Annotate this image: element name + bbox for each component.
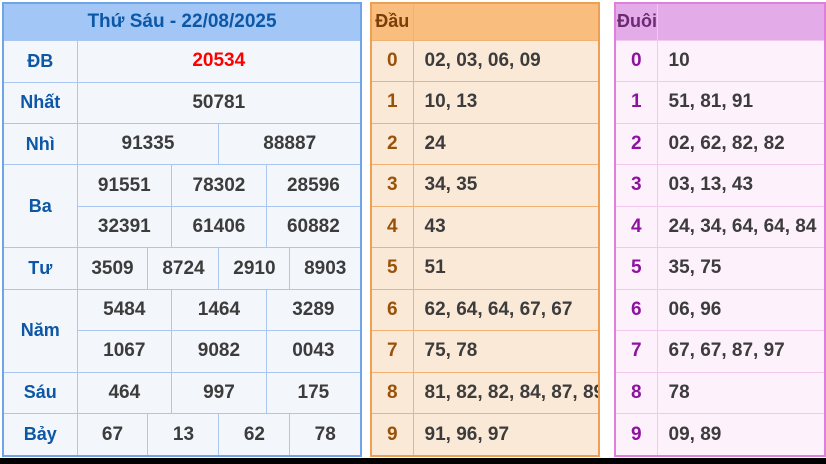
prize-value: 9082 xyxy=(171,330,267,373)
dau-numbers: 51 xyxy=(412,247,600,290)
prize-value: 3289 xyxy=(265,288,362,332)
prize-value: 175 xyxy=(265,371,362,415)
prize-value: 464 xyxy=(76,371,173,415)
prize-value: 78302 xyxy=(171,164,267,207)
prize-value: 61406 xyxy=(171,205,267,249)
duoi-digit: 9 xyxy=(614,413,658,457)
duoi-digit: 3 xyxy=(614,164,658,207)
prize-label-db: ĐB xyxy=(2,39,78,83)
dau-numbers: 75, 78 xyxy=(412,330,600,373)
screenshot-bottom-edge xyxy=(0,458,826,464)
prize-value: 3509 xyxy=(76,247,149,290)
prize-value: 91335 xyxy=(76,122,220,166)
dau-numbers: 62, 64, 64, 67, 67 xyxy=(412,288,600,332)
duoi-numbers: 06, 96 xyxy=(656,288,826,332)
duoi-numbers: 10 xyxy=(656,39,826,83)
duoi-digit: 8 xyxy=(614,371,658,415)
dau-numbers: 02, 03, 06, 09 xyxy=(412,39,600,83)
dau-numbers: 81, 82, 82, 84, 87, 89 xyxy=(412,371,600,415)
dau-table: Đầu 0 02, 03, 06, 09 1 10, 13 2 24 3 34, 35 … xyxy=(370,2,600,457)
results-date-header: Thứ Sáu - 22/08/2025 xyxy=(2,2,362,41)
dau-numbers: 34, 35 xyxy=(412,164,600,207)
duoi-numbers: 67, 67, 87, 97 xyxy=(656,330,826,373)
duoi-numbers: 51, 81, 91 xyxy=(656,81,826,124)
dau-numbers: 24 xyxy=(412,122,600,166)
duoi-table: Đuôi 0 10 1 51, 81, 91 2 02, 62, 82, 82 3 03… xyxy=(614,2,826,457)
prize-value: 8903 xyxy=(289,247,362,290)
prize-value: 91551 xyxy=(76,164,173,207)
prize-value: 0043 xyxy=(265,330,362,373)
dau-digit: 7 xyxy=(370,330,414,373)
dau-digit: 6 xyxy=(370,288,414,332)
prize-value-db: 20534 xyxy=(76,39,362,83)
prize-label-ba: Ba xyxy=(2,164,78,249)
duoi-digit: 0 xyxy=(614,39,658,83)
dau-digit: 1 xyxy=(370,81,414,124)
dau-numbers: 10, 13 xyxy=(412,81,600,124)
prize-value: 997 xyxy=(171,371,267,415)
duoi-numbers: 24, 34, 64, 64, 84 xyxy=(656,205,826,249)
dau-digit: 4 xyxy=(370,205,414,249)
dau-digit: 3 xyxy=(370,164,414,207)
duoi-digit: 7 xyxy=(614,330,658,373)
duoi-digit: 2 xyxy=(614,122,658,166)
prize-value: 78 xyxy=(289,413,362,457)
prize-label-nam: Năm xyxy=(2,288,78,373)
dau-numbers: 43 xyxy=(412,205,600,249)
prize-value: 1067 xyxy=(76,330,173,373)
prize-label-sau: Sáu xyxy=(2,371,78,415)
prize-value: 28596 xyxy=(265,164,362,207)
prize-value: 32391 xyxy=(76,205,173,249)
duoi-digit: 6 xyxy=(614,288,658,332)
dau-numbers: 91, 96, 97 xyxy=(412,413,600,457)
prize-value: 50781 xyxy=(76,81,362,124)
prize-label-tu: Tư xyxy=(2,247,78,290)
duoi-header: Đuôi xyxy=(614,2,658,41)
prize-value: 67 xyxy=(76,413,149,457)
duoi-digit: 4 xyxy=(614,205,658,249)
duoi-numbers: 03, 13, 43 xyxy=(656,164,826,207)
lottery-results-table: Thứ Sáu - 22/08/2025 ĐB 20534 Nhất 50781… xyxy=(2,2,362,457)
dau-digit: 0 xyxy=(370,39,414,83)
prize-value: 1464 xyxy=(171,288,267,332)
duoi-numbers: 02, 62, 82, 82 xyxy=(656,122,826,166)
dau-digit: 5 xyxy=(370,247,414,290)
prize-value: 13 xyxy=(147,413,220,457)
dau-digit: 8 xyxy=(370,371,414,415)
duoi-header-spacer xyxy=(656,2,826,41)
duoi-digit: 1 xyxy=(614,81,658,124)
prize-value: 60882 xyxy=(265,205,362,249)
duoi-digit: 5 xyxy=(614,247,658,290)
prize-value: 8724 xyxy=(147,247,220,290)
prize-value: 5484 xyxy=(76,288,173,332)
duoi-numbers: 09, 89 xyxy=(656,413,826,457)
prize-value: 2910 xyxy=(218,247,291,290)
dau-digit: 9 xyxy=(370,413,414,457)
prize-label-bay: Bảy xyxy=(2,413,78,457)
dau-header-spacer xyxy=(412,2,600,41)
prize-label-nhi: Nhì xyxy=(2,122,78,166)
prize-value: 62 xyxy=(218,413,291,457)
dau-digit: 2 xyxy=(370,122,414,166)
prize-label-nhat: Nhất xyxy=(2,81,78,124)
duoi-numbers: 78 xyxy=(656,371,826,415)
dau-header: Đầu xyxy=(370,2,414,41)
prize-value: 88887 xyxy=(218,122,362,166)
duoi-numbers: 35, 75 xyxy=(656,247,826,290)
